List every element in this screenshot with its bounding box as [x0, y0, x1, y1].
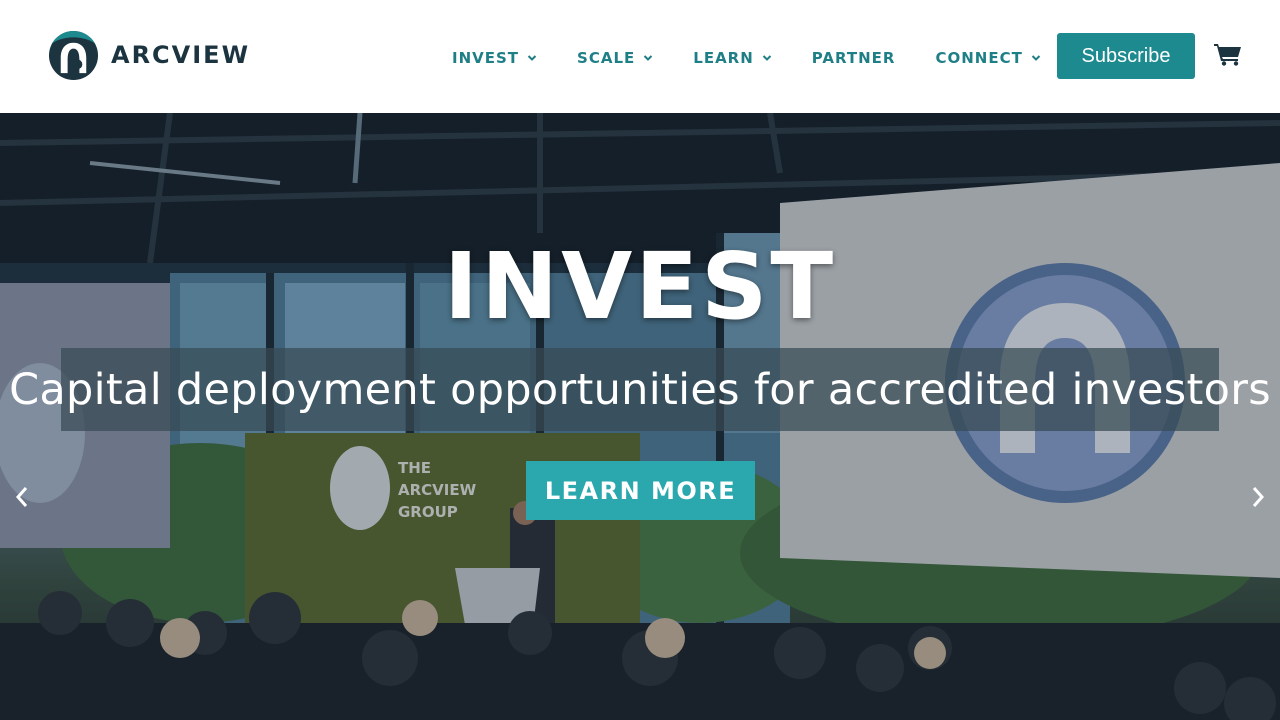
nav-item-label: PARTNER — [811, 49, 896, 67]
nav-item-label: INVEST — [452, 49, 520, 67]
nav-item-connect[interactable]: CONNECT — [935, 49, 1041, 67]
site-header: ARCVIEW INVEST SCALE LEARN PARTNER CONNE… — [0, 0, 1280, 113]
nav-item-scale[interactable]: SCALE — [577, 49, 653, 67]
chevron-down-icon — [1031, 55, 1041, 61]
chevron-down-icon — [527, 55, 537, 61]
nav-item-label: LEARN — [693, 49, 754, 67]
arcview-logo-icon — [48, 30, 99, 80]
nav-item-label: SCALE — [577, 49, 636, 67]
hero-subtitle: Capital deployment opportunities for acc… — [9, 364, 1271, 415]
nav-item-learn[interactable]: LEARN — [693, 49, 772, 67]
subscribe-button[interactable]: Subscribe — [1057, 33, 1195, 79]
chevron-down-icon — [644, 55, 653, 61]
nav-item-label: CONNECT — [935, 49, 1023, 67]
learn-more-button[interactable]: LEARN MORE — [526, 461, 755, 520]
chevron-left-icon[interactable] — [12, 484, 32, 510]
chevron-right-icon[interactable] — [1248, 484, 1268, 510]
site-logo[interactable]: ARCVIEW — [48, 30, 250, 80]
chevron-down-icon — [762, 55, 772, 61]
hero-subtitle-band: Capital deployment opportunities for acc… — [9, 348, 1271, 431]
main-nav: INVEST SCALE LEARN PARTNER CONNECT — [452, 46, 1041, 70]
brand-name: ARCVIEW — [111, 41, 251, 69]
nav-item-partner[interactable]: PARTNER — [812, 49, 896, 67]
cart-icon[interactable] — [1214, 42, 1242, 66]
nav-item-invest[interactable]: INVEST — [452, 49, 537, 67]
hero-slider: THE ARCVIEW GROUP INVEST Capital deploym… — [0, 113, 1280, 720]
hero-title: INVEST — [443, 233, 837, 340]
